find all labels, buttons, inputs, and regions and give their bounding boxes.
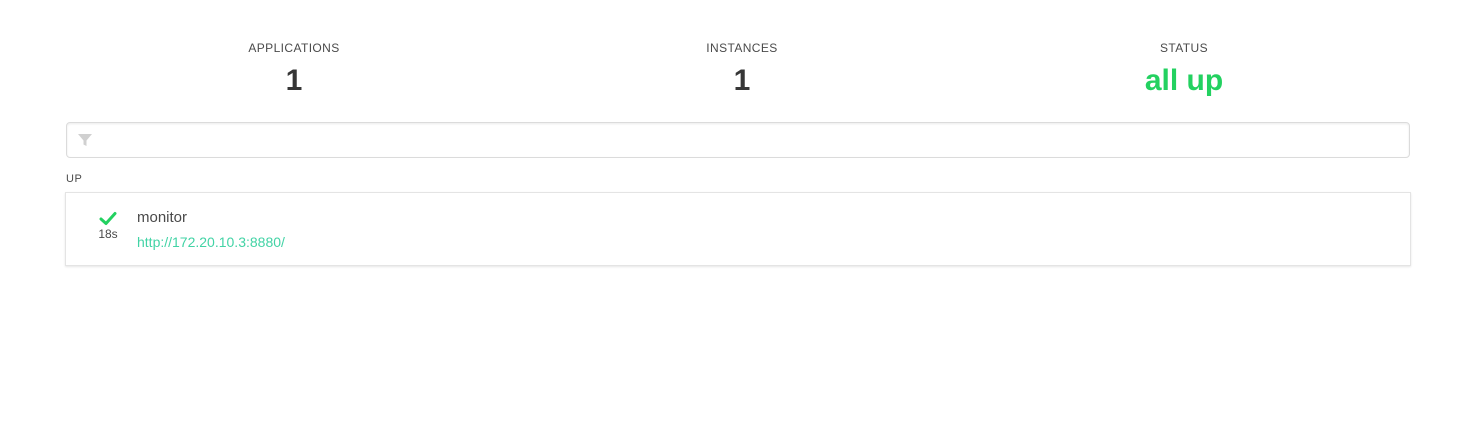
- instances-stat: INSTANCES 1: [592, 40, 892, 99]
- instance-status: 18s: [88, 211, 128, 242]
- instances-count: 1: [733, 64, 751, 97]
- filter-box[interactable]: [66, 122, 1410, 158]
- instances-label: INSTANCES: [706, 41, 778, 55]
- applications-count: 1: [285, 64, 303, 97]
- applications-label: APPLICATIONS: [248, 41, 340, 55]
- filter-input[interactable]: [103, 123, 1393, 157]
- status-since: 18s: [98, 227, 118, 241]
- status-label: STATUS: [1160, 41, 1208, 55]
- instance-url-link[interactable]: http://172.20.10.3:8880/: [137, 233, 285, 251]
- applications-stat: APPLICATIONS 1: [144, 40, 444, 99]
- check-icon: [99, 212, 117, 225]
- status-stat: STATUS all up: [1034, 40, 1334, 99]
- filter-icon: [78, 134, 92, 146]
- application-name: monitor: [137, 209, 188, 226]
- applications-page: APPLICATIONS 1 INSTANCES 1 STATUS all up…: [0, 0, 1460, 432]
- status-value: all up: [1144, 64, 1224, 97]
- application-row[interactable]: 18s monitor http://172.20.10.3:8880/: [65, 192, 1411, 266]
- summary-stats: APPLICATIONS 1 INSTANCES 1 STATUS all up: [66, 40, 1410, 104]
- group-heading-up: UP: [66, 173, 83, 185]
